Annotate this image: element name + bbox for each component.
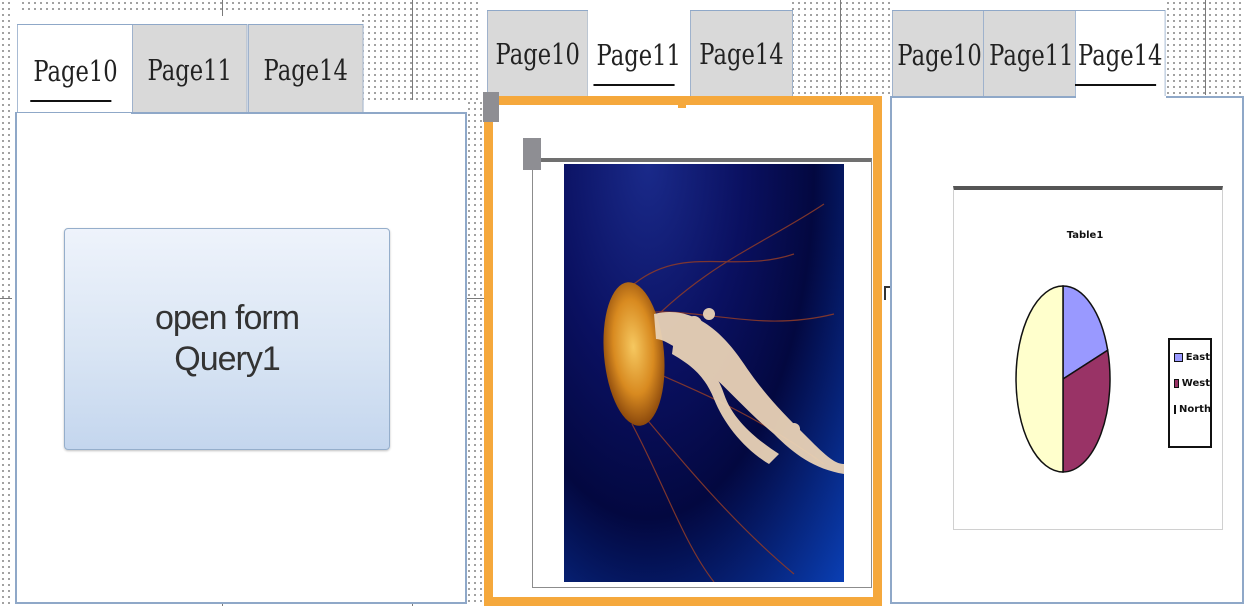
pie-slice-north xyxy=(1015,285,1064,473)
tab-page14[interactable]: Page14 xyxy=(1074,10,1166,98)
legend-item-east: East xyxy=(1170,344,1210,370)
chart-control[interactable]: Table1 East West North xyxy=(953,186,1223,530)
tab-label: Page14 xyxy=(1078,37,1163,72)
grid-line xyxy=(222,0,223,16)
button-label-line1: open form xyxy=(154,299,300,338)
grid-line xyxy=(1205,0,1206,95)
tab-page10[interactable]: Page10 xyxy=(487,10,589,96)
design-grid xyxy=(360,0,480,100)
design-grid xyxy=(20,0,360,14)
tab-page14[interactable]: Page14 xyxy=(248,24,364,114)
tab-label: Page11 xyxy=(596,37,681,72)
tab-label: Page10 xyxy=(33,53,118,88)
legend-item-west: West xyxy=(1170,370,1210,396)
resize-handle[interactable] xyxy=(484,344,492,358)
tab-page11[interactable]: Page11 xyxy=(588,10,690,98)
tab-label: Page14 xyxy=(263,52,348,87)
design-grid xyxy=(466,100,486,606)
grid-line xyxy=(466,298,486,299)
grid-line xyxy=(840,0,841,95)
tab-page10[interactable]: Page10 xyxy=(892,10,988,98)
tab-label: Page10 xyxy=(897,37,982,72)
chart-title: Table1 xyxy=(1067,230,1104,241)
design-grid xyxy=(0,0,12,606)
tab-page10[interactable]: Page10 xyxy=(17,24,134,116)
image-move-handle[interactable] xyxy=(523,138,541,170)
anchor-marker xyxy=(884,286,890,300)
active-tab-join xyxy=(17,113,131,116)
active-tab-underline xyxy=(593,83,675,86)
jellyfish-illustration xyxy=(603,203,844,582)
tab-page14[interactable]: Page14 xyxy=(690,10,793,96)
tab-label: Page14 xyxy=(699,36,784,71)
open-form-query1-button[interactable]: open form Query1 xyxy=(64,228,390,450)
grid-line xyxy=(412,0,413,100)
tab-label: Page11 xyxy=(989,37,1074,72)
resize-handle[interactable] xyxy=(678,96,686,108)
button-label-line2: Query1 xyxy=(174,340,280,378)
active-tab-underline xyxy=(1074,83,1157,86)
active-tab-underline xyxy=(30,99,112,102)
tab-page11[interactable]: Page11 xyxy=(983,10,1080,98)
tab-page11[interactable]: Page11 xyxy=(132,24,248,114)
move-handle[interactable] xyxy=(483,92,499,122)
tab-label: Page10 xyxy=(495,36,580,71)
tab-label: Page11 xyxy=(147,52,232,87)
jellyfish-image xyxy=(564,164,844,582)
legend-item-north: North xyxy=(1170,396,1211,422)
grid-line xyxy=(0,298,12,299)
active-tab-join xyxy=(1076,96,1166,99)
chart-legend: East West North xyxy=(1168,338,1212,448)
